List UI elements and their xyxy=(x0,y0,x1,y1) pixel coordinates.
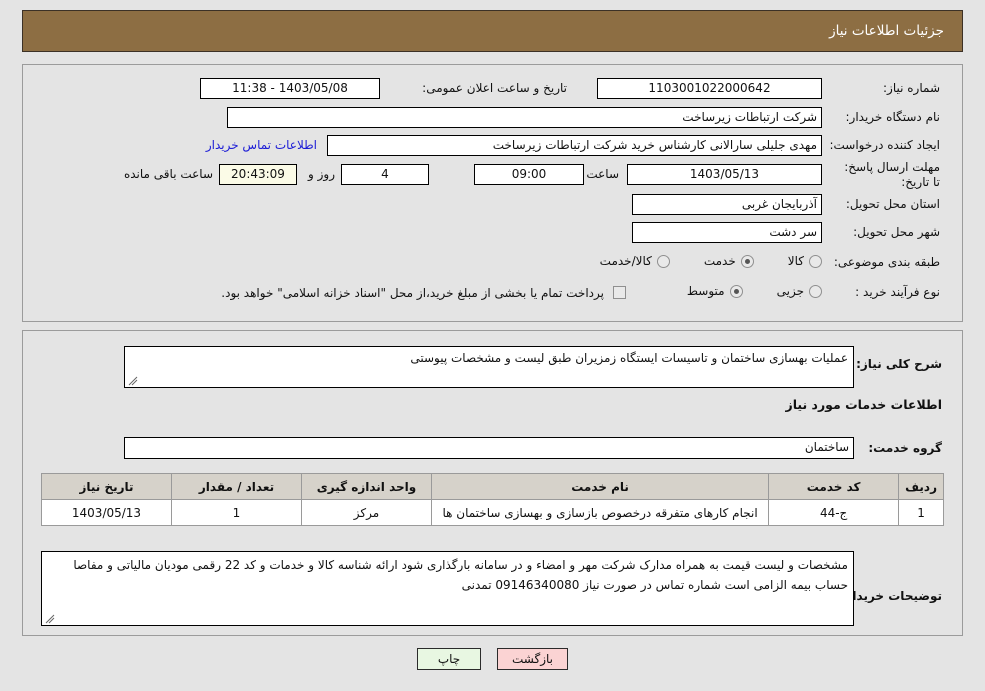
remaining-time-value: 20:43:09 xyxy=(219,164,297,185)
category-options: کالا خدمت کالا/خدمت xyxy=(600,254,822,268)
need-number-row: شماره نیاز: xyxy=(883,81,940,95)
cell-quantity: 1 xyxy=(171,499,302,526)
category-row: طبقه بندی موضوعی: xyxy=(834,255,940,269)
deadline-time-value: 09:00 xyxy=(474,164,584,185)
process-row: نوع فرآیند خرید : xyxy=(855,285,940,299)
announce-label-wrap: تاریخ و ساعت اعلان عمومی: xyxy=(422,81,567,95)
service-group-label: گروه خدمت: xyxy=(868,441,942,455)
table-row: 1 ج-44 انجام کارهای متفرقه درخصوص بازساز… xyxy=(41,499,944,526)
category-label: طبقه بندی موضوعی: xyxy=(833,255,940,269)
general-desc-label: شرح کلی نیاز: xyxy=(856,357,942,371)
buyer-notes-label: توضیحات خریدار: xyxy=(840,589,942,603)
footer-buttons: بازگشت چاپ xyxy=(0,648,985,670)
deadline-date-value: 1403/05/13 xyxy=(627,164,822,185)
cell-service-code: ج-44 xyxy=(768,499,900,526)
creator-label: ایجاد کننده درخواست: xyxy=(829,138,940,152)
radio-selected-icon[interactable] xyxy=(740,254,754,268)
back-button[interactable]: بازگشت xyxy=(497,648,568,670)
need-number-value: 1103001022000642 xyxy=(597,78,822,99)
process-options: جزیی متوسط xyxy=(687,284,822,298)
need-details-panel: شرح کلی نیاز: عملیات بهسازی ساختمان و تا… xyxy=(22,330,963,636)
need-number-label: شماره نیاز: xyxy=(883,81,940,95)
buyer-org-value: شرکت ارتباطات زیرساخت xyxy=(227,107,822,128)
radio-selected-icon[interactable] xyxy=(729,284,743,298)
city-value: سر دشت xyxy=(632,222,822,243)
col-quantity: تعداد / مقدار xyxy=(171,473,302,500)
category-option-khedmat[interactable]: خدمت xyxy=(704,254,754,268)
category-option-label: خدمت xyxy=(703,254,736,268)
remaining-time-unit: ساعت باقی مانده xyxy=(123,167,213,181)
buyer-contact-link[interactable]: اطلاعات تماس خریدار xyxy=(206,138,317,152)
announce-date-label: تاریخ و ساعت اعلان عمومی: xyxy=(422,81,567,95)
print-button[interactable]: چاپ xyxy=(417,648,481,670)
creator-value: مهدی جلیلی سارالانی کارشناس خرید شرکت ار… xyxy=(327,135,822,156)
cell-need-date: 1403/05/13 xyxy=(41,499,172,526)
buyer-notes-textarea[interactable]: مشخصات و لیست قیمت به همراه مدارک شرکت م… xyxy=(41,551,854,626)
treasury-text: پرداخت تمام یا بخشی از مبلغ خرید،از محل … xyxy=(221,286,604,300)
col-unit: واحد اندازه گیری xyxy=(301,473,432,500)
service-group-value: ساختمان xyxy=(124,437,854,459)
page-header: جزئیات اطلاعات نیاز xyxy=(22,10,963,52)
remaining-days-value: 4 xyxy=(341,164,429,185)
buyer-notes-value: مشخصات و لیست قیمت به همراه مدارک شرکت م… xyxy=(73,558,848,592)
province-value: آذربایجان غربی xyxy=(632,194,822,215)
category-option-kala[interactable]: کالا xyxy=(788,254,822,268)
table-header-row: ردیف کد خدمت نام خدمت واحد اندازه گیری ت… xyxy=(41,473,944,500)
services-table: ردیف کد خدمت نام خدمت واحد اندازه گیری ت… xyxy=(41,473,944,526)
services-section-title: اطلاعات خدمات مورد نیاز xyxy=(785,397,943,412)
deadline-label-wrap: مهلت ارسال پاسخ: تا تاریخ: xyxy=(835,160,940,190)
province-label: استان محل تحویل: xyxy=(845,197,940,211)
col-service-code: کد خدمت xyxy=(768,473,900,500)
treasury-checkbox[interactable] xyxy=(613,286,626,299)
remaining-days-unit: روز و xyxy=(308,167,335,181)
process-option-motevaset[interactable]: متوسط xyxy=(687,284,743,298)
announce-date-value: 1403/05/08 - 11:38 xyxy=(200,78,380,99)
need-summary-panel: شماره نیاز: 1103001022000642 تاریخ و ساع… xyxy=(22,64,963,322)
process-option-jozei[interactable]: جزیی xyxy=(777,284,822,298)
province-row: استان محل تحویل: xyxy=(846,197,940,211)
col-radif: ردیف xyxy=(898,473,944,500)
deadline-label: مهلت ارسال پاسخ: تا تاریخ: xyxy=(844,160,940,189)
city-row: شهر محل تحویل: xyxy=(853,225,940,239)
page-title: جزئیات اطلاعات نیاز xyxy=(829,23,944,39)
page-root: جزئیات اطلاعات نیاز AriaTender.net شماره… xyxy=(0,0,985,691)
cell-service-name: انجام کارهای متفرقه درخصوص بازسازی و بهس… xyxy=(430,499,770,526)
resize-grip-icon[interactable] xyxy=(45,614,55,624)
radio-icon[interactable] xyxy=(656,254,670,268)
radio-icon[interactable] xyxy=(809,254,822,268)
buyer-org-label: نام دستگاه خریدار: xyxy=(845,110,941,124)
general-desc-value: عملیات بهسازی ساختمان و تاسیسات ایستگاه … xyxy=(410,351,848,365)
deadline-hour-label: ساعت xyxy=(586,167,619,181)
process-label: نوع فرآیند خرید : xyxy=(855,285,940,299)
resize-grip-icon[interactable] xyxy=(128,376,138,386)
general-desc-textarea[interactable]: عملیات بهسازی ساختمان و تاسیسات ایستگاه … xyxy=(124,346,854,388)
creator-row: ایجاد کننده درخواست: xyxy=(829,138,940,152)
cell-radif: 1 xyxy=(898,499,944,526)
col-need-date: تاریخ نیاز xyxy=(41,473,172,500)
category-option-label: کالا/خدمت xyxy=(599,254,652,268)
buyer-org-row: نام دستگاه خریدار: xyxy=(846,110,941,124)
col-service-name: نام خدمت xyxy=(430,473,770,500)
cell-unit: مرکز xyxy=(301,499,432,526)
radio-icon[interactable] xyxy=(809,284,822,298)
category-option-label: کالا xyxy=(787,254,804,268)
city-label: شهر محل تحویل: xyxy=(853,225,940,239)
category-option-kala-khedmat[interactable]: کالا/خدمت xyxy=(600,254,670,268)
process-option-label: متوسط xyxy=(686,284,725,298)
process-option-label: جزیی xyxy=(776,284,804,298)
